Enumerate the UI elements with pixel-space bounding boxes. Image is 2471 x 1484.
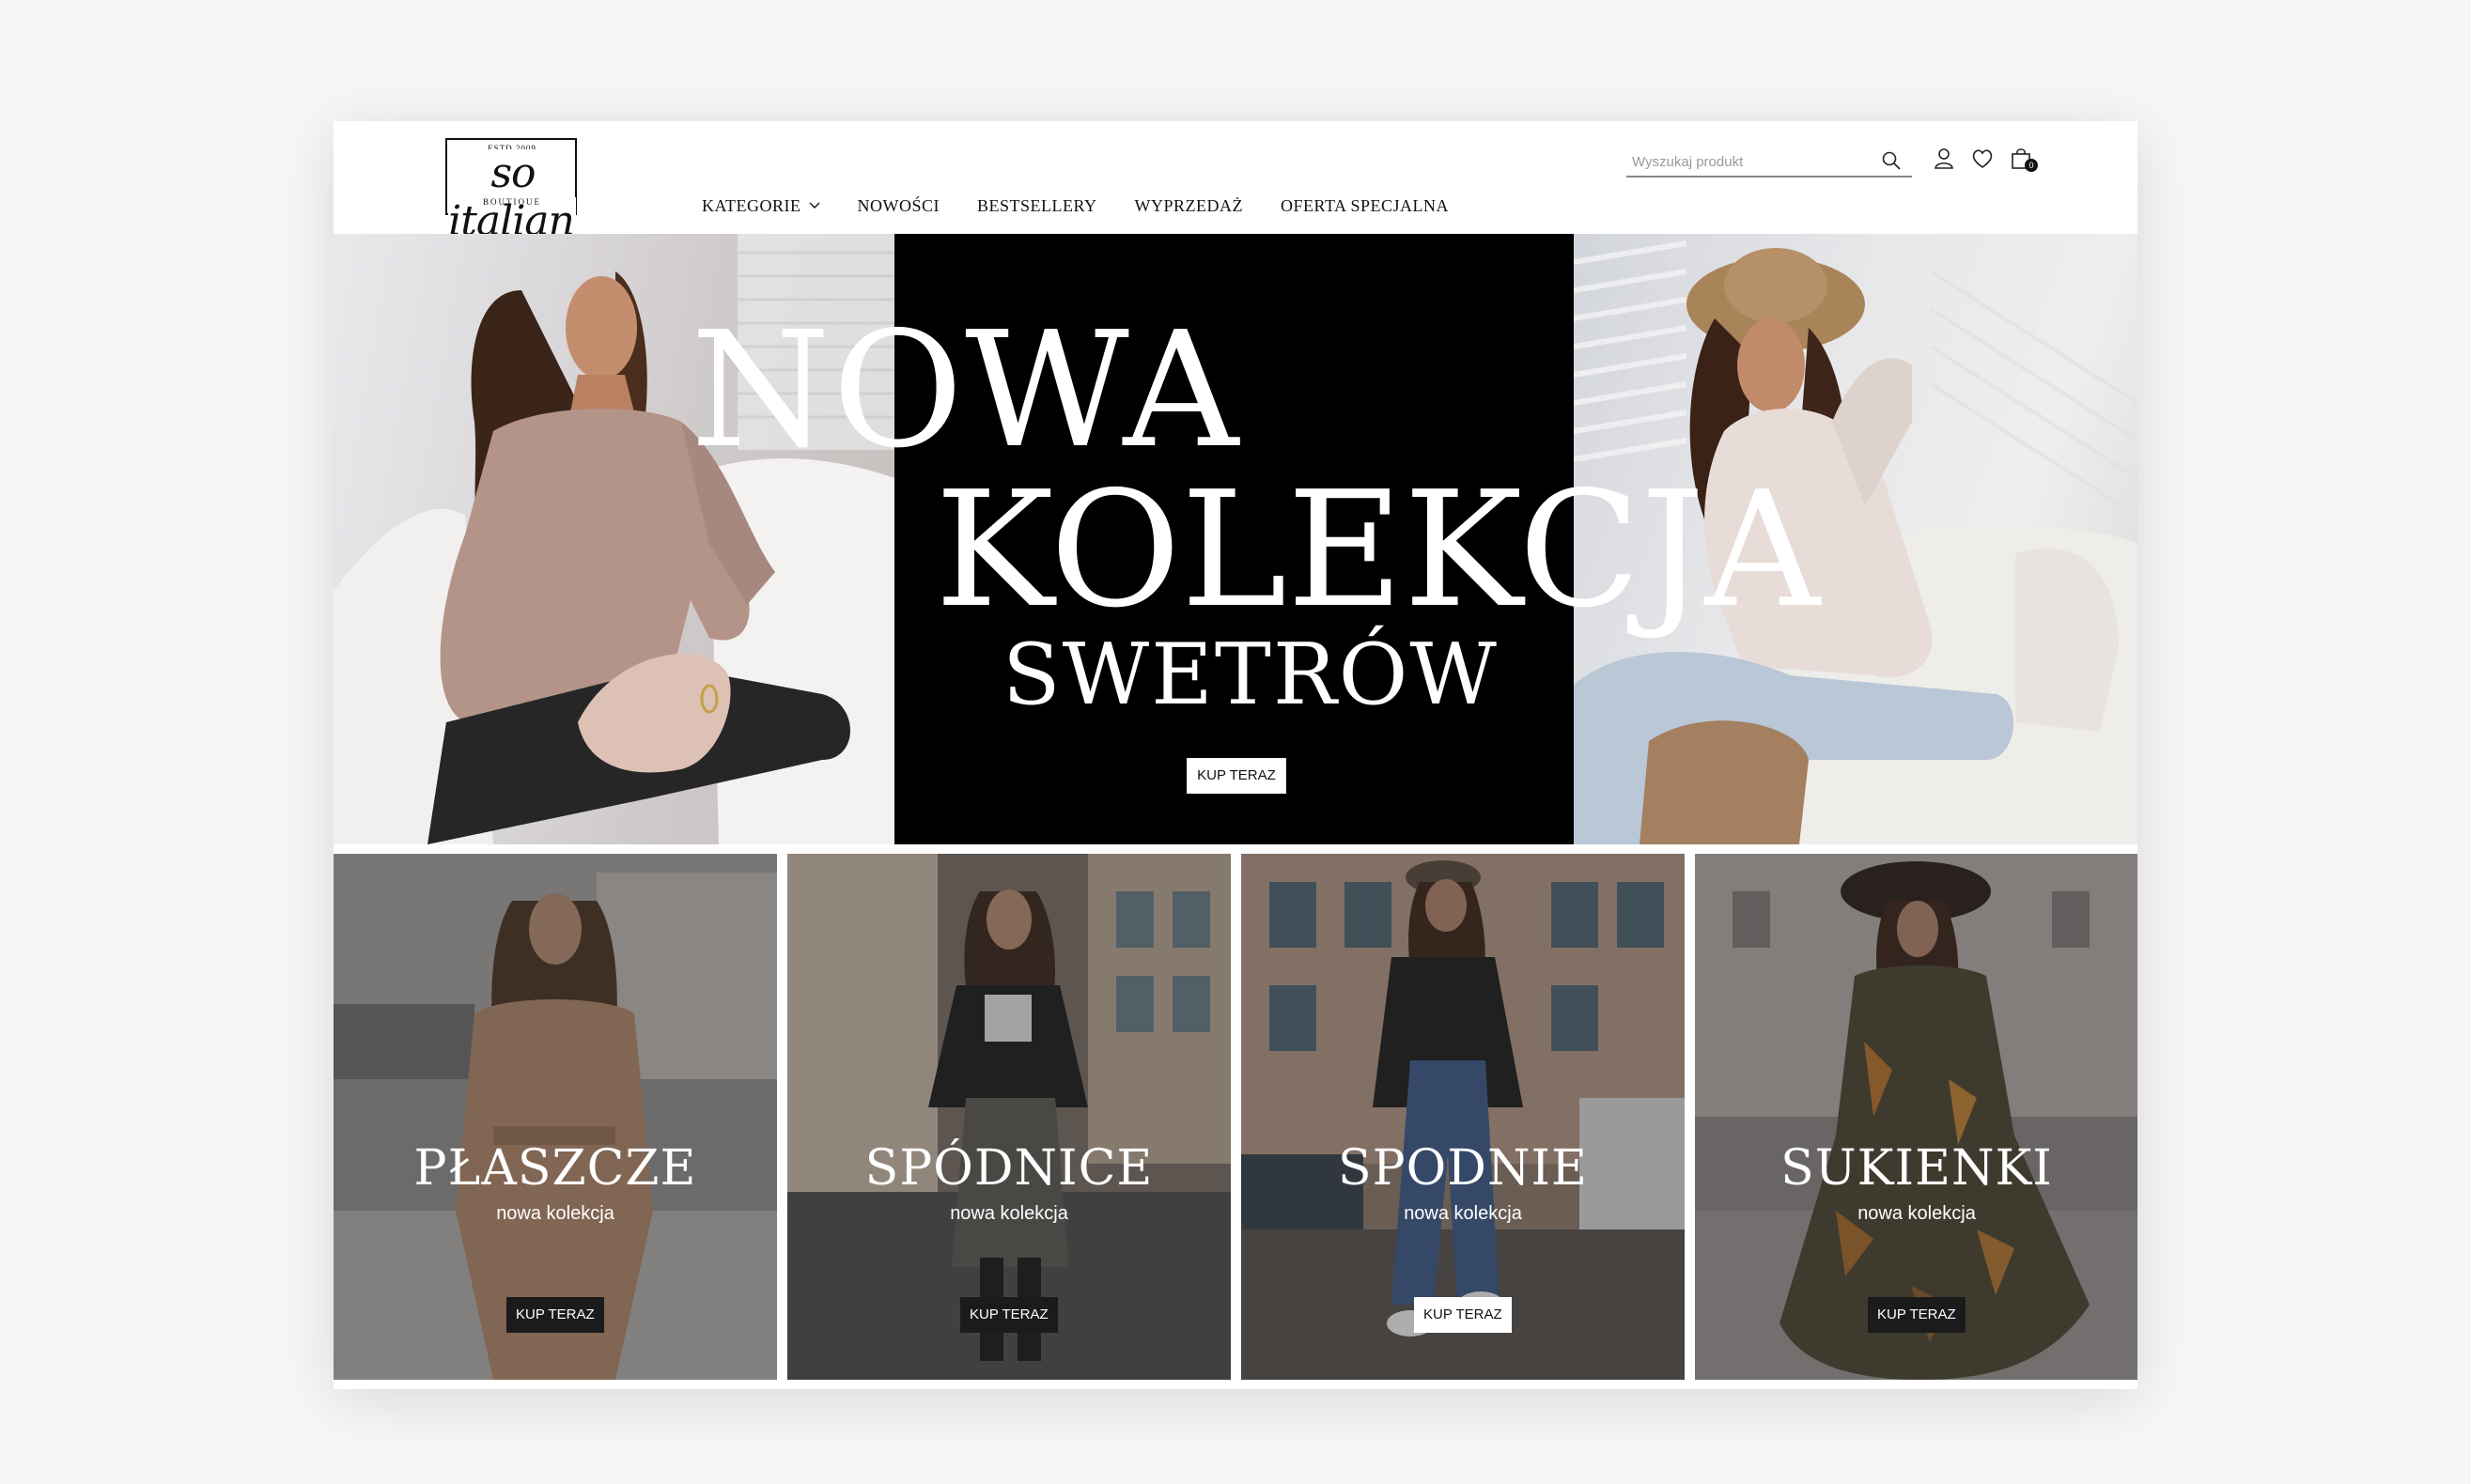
category-title: SPODNIE bbox=[1338, 1140, 1588, 1197]
category-tile-sukienki[interactable]: SUKIENKI nowa kolekcja KUP TERAZ bbox=[1695, 854, 2137, 1380]
search-bar bbox=[1626, 146, 1912, 178]
category-title: SUKIENKI bbox=[1780, 1140, 2053, 1197]
category-tile-spodnie[interactable]: SPODNIE nowa kolekcja KUP TERAZ bbox=[1241, 854, 1685, 1380]
cart-count-badge: 0 bbox=[2025, 159, 2038, 172]
hero-heading-line3: SWETRÓW bbox=[1002, 626, 1499, 724]
search-input[interactable] bbox=[1632, 149, 1867, 174]
hero-heading-line1: NOWA bbox=[691, 298, 1241, 484]
nav-item-label: KATEGORIE bbox=[702, 196, 801, 215]
hero-heading-line2: KOLEKCJA bbox=[935, 457, 1821, 643]
category-title: PŁASZCZE bbox=[413, 1140, 697, 1197]
category-subtitle: nowa kolekcja bbox=[950, 1203, 1068, 1224]
browser-page: ESTD 2009 so italian BOUTIQUE KATEGORIE … bbox=[334, 121, 2137, 1389]
nav-item-bestsellery[interactable]: BESTSELLERY bbox=[977, 196, 1097, 216]
hero-shop-now-button[interactable]: KUP TERAZ bbox=[1187, 758, 1286, 794]
main-nav: KATEGORIE NOWOŚCI BESTSELLERY WYPRZEDAŻ … bbox=[702, 196, 1449, 216]
category-subtitle: nowa kolekcja bbox=[1857, 1203, 1976, 1224]
logo-tagline: BOUTIQUE bbox=[483, 197, 541, 207]
category-shop-now-button[interactable]: KUP TERAZ bbox=[1414, 1297, 1512, 1333]
user-account-icon[interactable] bbox=[1931, 146, 1957, 172]
heart-icon[interactable] bbox=[1969, 146, 1996, 172]
nav-item-label: BESTSELLERY bbox=[977, 196, 1097, 215]
category-shop-now-button[interactable]: KUP TERAZ bbox=[1868, 1297, 1966, 1333]
nav-item-label: WYPRZEDAŻ bbox=[1134, 196, 1244, 215]
category-subtitle: nowa kolekcja bbox=[1404, 1203, 1522, 1224]
category-shop-now-button[interactable]: KUP TERAZ bbox=[506, 1297, 604, 1333]
nav-item-label: OFERTA SPECJALNA bbox=[1281, 196, 1450, 215]
category-title: SPÓDNICE bbox=[864, 1140, 1154, 1197]
cart-button[interactable]: 0 bbox=[2008, 146, 2038, 172]
category-tile-plaszcze[interactable]: PŁASZCZE nowa kolekcja KUP TERAZ bbox=[334, 854, 777, 1380]
nav-item-kategorie[interactable]: KATEGORIE bbox=[702, 196, 820, 216]
chevron-down-icon bbox=[809, 202, 819, 209]
nav-item-oferta-specjalna[interactable]: OFERTA SPECJALNA bbox=[1281, 196, 1449, 216]
category-shop-now-button[interactable]: KUP TERAZ bbox=[960, 1297, 1058, 1333]
category-subtitle: nowa kolekcja bbox=[496, 1203, 614, 1224]
nav-item-nowosci[interactable]: NOWOŚCI bbox=[858, 196, 940, 216]
category-tile-spodnice[interactable]: SPÓDNICE nowa kolekcja KUP TERAZ bbox=[787, 854, 1231, 1380]
nav-item-wyprzedaz[interactable]: WYPRZEDAŻ bbox=[1135, 196, 1244, 216]
nav-item-label: NOWOŚCI bbox=[857, 196, 940, 215]
hero-banner[interactable]: NOWA KOLEKCJA SWETRÓW KUP TERAZ bbox=[334, 234, 2137, 844]
site-header: ESTD 2009 so italian BOUTIQUE KATEGORIE … bbox=[334, 121, 2137, 245]
site-logo[interactable]: ESTD 2009 so italian BOUTIQUE bbox=[432, 138, 592, 245]
category-tiles: PŁASZCZE nowa kolekcja KUP TERAZ SPÓDNIC… bbox=[334, 854, 2137, 1380]
search-icon[interactable] bbox=[1880, 149, 1903, 172]
